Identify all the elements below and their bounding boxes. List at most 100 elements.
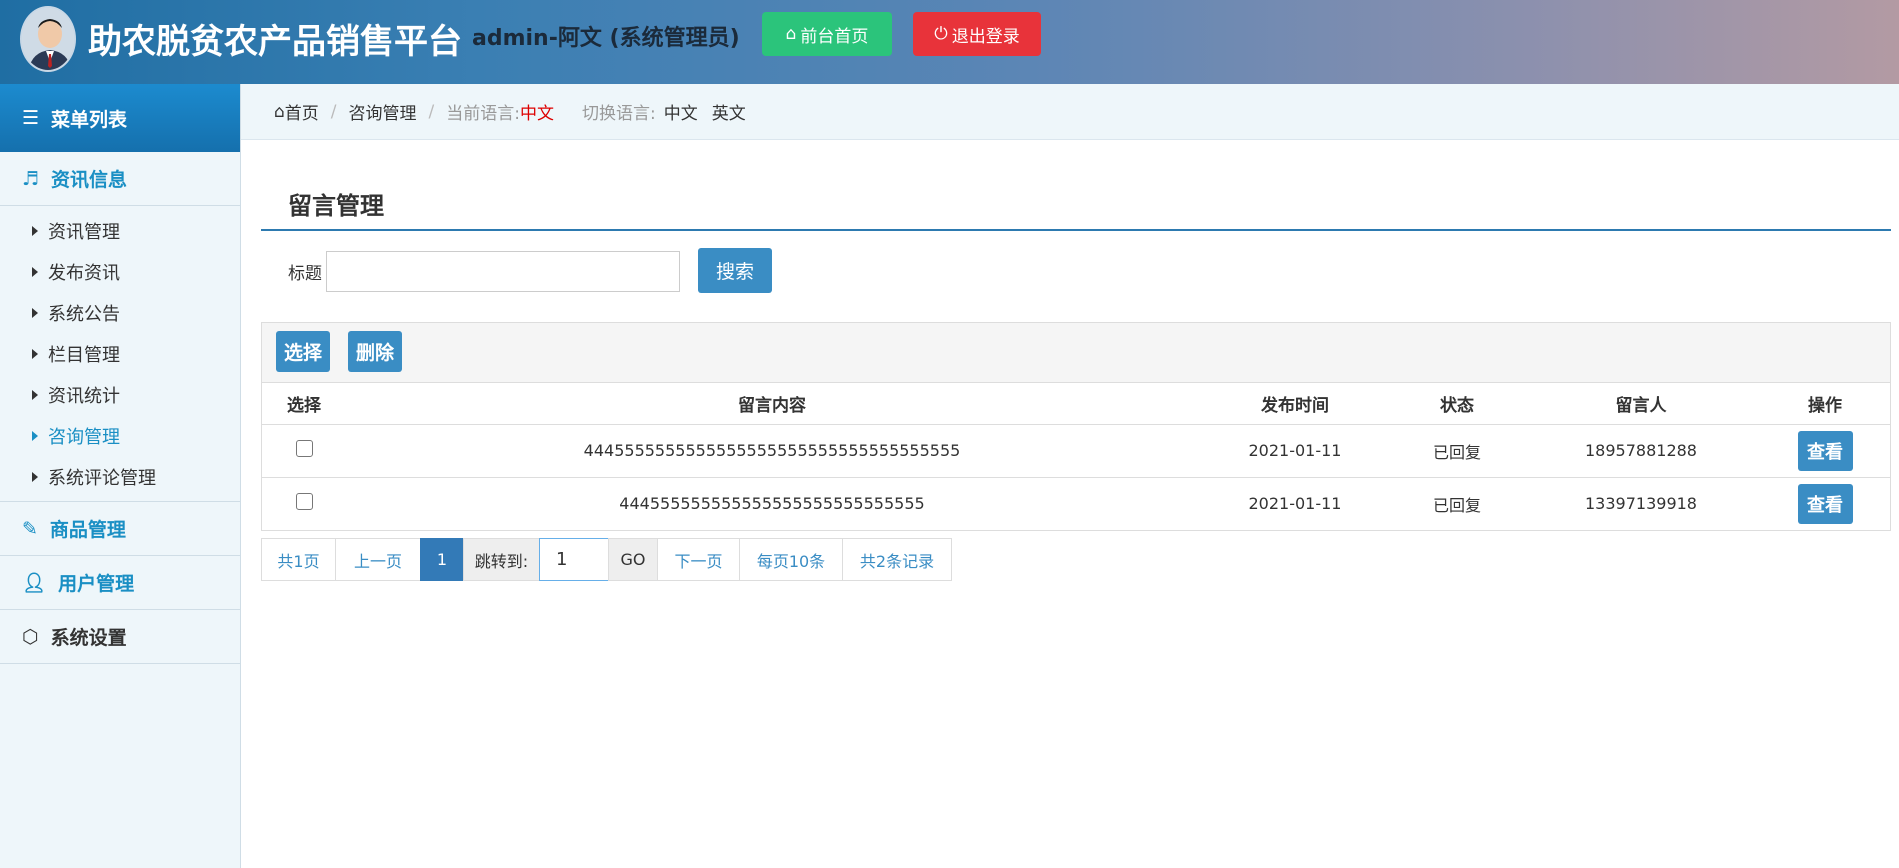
top-header: 助农脱贫农产品销售平台 admin-阿文 (系统管理员) ⌂ 前台首页 ⏻ 退出… (0, 0, 1899, 84)
sidebar-group-settings[interactable]: ⬡ 系统设置 (0, 610, 240, 664)
caret-right-icon (32, 348, 38, 359)
sidebar-item-label: 发布资讯 (48, 262, 120, 284)
status-text: 已回复 (1392, 424, 1522, 478)
sidebar-sub-list: 资讯管理 发布资讯 系统公告 栏目管理 资讯统计 咨询管理 系统评论管理 (0, 206, 240, 502)
message-author: 13397139918 (1585, 494, 1697, 514)
avatar (20, 6, 76, 72)
page-1-button[interactable]: 1 (420, 538, 464, 581)
sidebar-group-label: 系统设置 (50, 627, 127, 649)
row-action-cell: 查看 (1760, 424, 1890, 478)
caret-right-icon (32, 389, 38, 400)
sidebar-group-label: 用户管理 (58, 573, 135, 595)
sidebar-group-label: 商品管理 (49, 519, 126, 541)
language-chinese-link[interactable]: 中文 (664, 99, 698, 124)
row-checkbox[interactable] (295, 440, 313, 457)
cube-icon: ⬡ (22, 625, 39, 648)
sidebar-item-consult-manage[interactable]: 咨询管理 (0, 415, 240, 456)
message-table-panel: 选择 删除 选择 留言内容 发布时间 状态 留言人 操作 44455555555… (261, 322, 1891, 531)
home-icon: ⌂ (785, 24, 797, 44)
site-title: 助农脱贫农产品销售平台 (88, 22, 462, 62)
row-select-cell (262, 477, 346, 530)
table-toolbar: 选择 删除 (262, 323, 1890, 383)
caret-right-icon (32, 266, 38, 277)
sidebar-item-label: 系统公告 (48, 303, 120, 325)
search-label: 标题 (288, 264, 322, 284)
total-records: 共2条记录 (842, 538, 952, 581)
column-header: 留言内容 (346, 383, 1198, 425)
logout-button[interactable]: ⏻ 退出登录 (913, 12, 1041, 56)
jump-to-label: 跳转到: (463, 538, 540, 581)
table-row: 4445555555555555555555555555555555555 20… (262, 424, 1890, 478)
view-button[interactable]: 查看 (1797, 430, 1853, 471)
breadcrumb-separator: / (330, 101, 337, 122)
breadcrumb-separator: / (428, 101, 435, 122)
sidebar: ☰ 菜单列表 ♬ 资讯信息 资讯管理 发布资讯 系统公告 栏目管理 资讯统计 咨… (0, 84, 241, 868)
sidebar-group-goods[interactable]: ✎ 商品管理 (0, 502, 240, 556)
message-author: 18957881288 (1522, 424, 1760, 478)
music-icon: ♬ (22, 167, 40, 190)
sidebar-item-label: 咨询管理 (48, 426, 120, 448)
status-text: 已回复 (1432, 495, 1481, 515)
menu-title: 菜单列表 (51, 108, 128, 131)
home-button-label: 前台首页 (800, 26, 869, 47)
breadcrumb-current: 咨询管理 (348, 104, 417, 124)
power-icon: ⏻ (934, 24, 948, 44)
sidebar-item-announcement[interactable]: 系统公告 (0, 292, 240, 333)
search-input[interactable] (326, 251, 680, 292)
view-button[interactable]: 查看 (1797, 483, 1853, 524)
select-button[interactable]: 选择 (276, 331, 330, 372)
sidebar-item-comment-manage[interactable]: 系统评论管理 (0, 456, 240, 497)
sidebar-group-users[interactable]: 👤︎ 用户管理 (0, 556, 240, 610)
sidebar-item-publish-news[interactable]: 发布资讯 (0, 251, 240, 292)
caret-right-icon (32, 430, 38, 441)
message-table: 选择 留言内容 发布时间 状态 留言人 操作 44455555555555555… (262, 383, 1890, 530)
row-select-cell (262, 424, 346, 478)
sidebar-item-label: 栏目管理 (48, 344, 120, 366)
column-header: 发布时间 (1198, 383, 1392, 425)
sidebar-item-label: 资讯管理 (48, 221, 120, 243)
delete-button[interactable]: 删除 (348, 331, 402, 372)
row-action-cell: 查看 (1760, 477, 1890, 530)
pagination: 共1页 上一页 1 跳转到: 1 GO 下一页 每页10条 共2条记录 (261, 538, 952, 581)
column-header: 留言人 (1522, 383, 1760, 425)
table-row: 444555555555555555555555555555 2021-01-1… (262, 477, 1890, 530)
sidebar-item-news-stats[interactable]: 资讯统计 (0, 374, 240, 415)
prev-page-button[interactable]: 上一页 (335, 538, 421, 581)
user-icon: 👤︎ (22, 572, 47, 594)
message-content: 4445555555555555555555555555555555555 (346, 424, 1198, 478)
current-language-label: 当前语言: (446, 104, 520, 124)
total-pages: 共1页 (261, 538, 336, 581)
row-checkbox[interactable] (295, 493, 313, 511)
publish-date: 2021-01-11 (1198, 424, 1392, 478)
home-icon: ⌂ (274, 101, 285, 122)
column-header: 操作 (1760, 383, 1890, 425)
edit-icon: ✎ (22, 517, 38, 540)
jump-page-input[interactable]: 1 (539, 538, 609, 581)
sidebar-item-column-manage[interactable]: 栏目管理 (0, 333, 240, 374)
column-header: 选择 (262, 383, 346, 425)
publish-date: 2021-01-11 (1248, 494, 1342, 514)
sidebar-group-label: 资讯信息 (51, 169, 128, 191)
breadcrumb: ⌂ 首页 / 咨询管理 / 当前语言: 中文 切换语言: 中文 英文 (241, 84, 1899, 140)
table-header-row: 选择 留言内容 发布时间 状态 留言人 操作 (262, 383, 1890, 425)
message-content: 444555555555555555555555555555 (619, 494, 925, 514)
column-header: 状态 (1392, 383, 1522, 425)
sidebar-item-label: 资讯统计 (48, 385, 120, 407)
switch-language-label: 切换语言: (582, 104, 656, 124)
language-english-link[interactable]: 英文 (712, 99, 746, 124)
caret-right-icon (32, 307, 38, 318)
breadcrumb-home[interactable]: 首页 (285, 99, 319, 124)
sidebar-item-label: 系统评论管理 (48, 467, 156, 489)
home-button[interactable]: ⌂ 前台首页 (762, 12, 892, 56)
search-button[interactable]: 搜索 (698, 248, 772, 293)
go-button[interactable]: GO (608, 538, 658, 581)
sidebar-item-news-manage[interactable]: 资讯管理 (0, 210, 240, 251)
sidebar-group-info[interactable]: ♬ 资讯信息 (0, 152, 240, 206)
next-page-button[interactable]: 下一页 (657, 538, 740, 581)
title-divider (261, 229, 1891, 231)
page-title: 留言管理 (288, 192, 384, 220)
per-page-button[interactable]: 每页10条 (739, 538, 843, 581)
caret-right-icon (32, 471, 38, 482)
menu-header: ☰ 菜单列表 (0, 84, 240, 152)
admin-label: admin-阿文 (系统管理员) (472, 26, 740, 51)
